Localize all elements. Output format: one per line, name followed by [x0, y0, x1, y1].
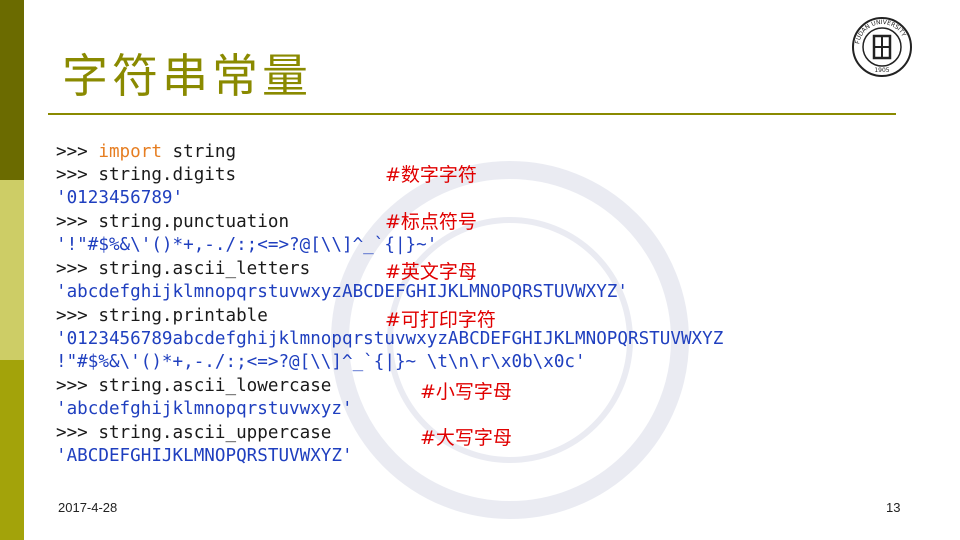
code-line-punctuation: >>> string.punctuation: [56, 212, 290, 232]
output-ascii-lowercase: 'abcdefghijklmnopqrstuvwxyz': [56, 399, 353, 419]
keyword-import: import: [98, 142, 162, 162]
side-bar-bottom: [0, 360, 24, 540]
slide-date: 2017-4-28: [58, 500, 118, 515]
comment-lowercase: #小写字母: [420, 381, 512, 403]
comment-printable: #可打印字符: [385, 309, 496, 331]
comment-uppercase: #大写字母: [420, 427, 512, 449]
code-line-printable: >>> string.printable: [56, 306, 268, 326]
comment-punctuation: #标点符号: [385, 211, 477, 233]
output-digits: '0123456789': [56, 188, 184, 208]
slide-title: 字符串常量: [62, 49, 312, 103]
comment-digits: #数字字符: [385, 164, 477, 186]
comment-letters: #英文字母: [385, 261, 477, 283]
output-ascii-letters: 'abcdefghijklmnopqrstuvwxyzABCDEFGHIJKLM…: [56, 282, 628, 302]
output-ascii-uppercase: 'ABCDEFGHIJKLMNOPQRSTUVWXYZ': [56, 446, 353, 466]
university-watermark: [331, 161, 689, 519]
code-line-ascii-letters: >>> string.ascii_letters: [56, 259, 311, 279]
fudan-university-logo: FUDAN UNIVERSITY 1905: [852, 17, 912, 77]
title-divider: [48, 113, 896, 115]
logo-year: 1905: [874, 67, 889, 74]
output-punctuation: '!"#$%&\'()*+,-./:;<=>?@[\\]^_`{|}~': [56, 235, 438, 255]
code-line-digits: >>> string.digits: [56, 165, 237, 185]
code-line-ascii-uppercase: >>> string.ascii_uppercase: [56, 423, 332, 443]
code-line-ascii-lowercase: >>> string.ascii_lowercase: [56, 376, 332, 396]
page-number: 13: [886, 500, 901, 515]
code-line-import: >>> import string: [56, 142, 237, 162]
side-bar-top: [0, 0, 24, 180]
output-printable-2: !"#$%&\'()*+,-./:;<=>?@[\\]^_`{|}~ \t\n\…: [56, 352, 586, 372]
side-bar-middle: [0, 180, 24, 360]
